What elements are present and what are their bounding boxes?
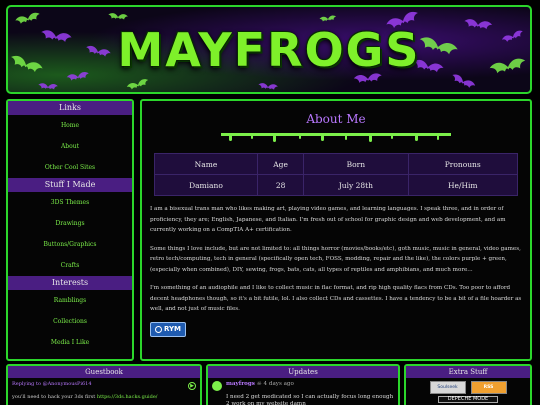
soulseek-badge[interactable]: Soulseek (429, 381, 466, 394)
main-content: About Me Name Age Born Pronouns Damiano … (140, 99, 532, 361)
sidebar-item-collections[interactable]: Collections (8, 311, 132, 332)
table-cell-born: July 28th (303, 174, 408, 196)
rym-label: RYM (163, 325, 182, 333)
table-header-age: Age (256, 153, 304, 175)
about-paragraph-2: Some things I love include, but are not … (150, 245, 521, 273)
sidebar-heading-stuff-i-made: Stuff I Made (8, 178, 132, 192)
table-header-pronouns: Pronouns (407, 153, 518, 175)
rym-badge-button[interactable]: RYM (150, 321, 186, 337)
update-text: I need 2 get medicated so I can actually… (226, 394, 394, 405)
updates-panel: Updates mayfrogs ☠ 4 days ago I need 2 g… (206, 364, 400, 405)
skull-icon: ☠ (256, 381, 262, 387)
avatar[interactable] (212, 381, 222, 391)
rym-icon (154, 325, 162, 333)
depeche-mode-badge[interactable]: DEPECHE MODE (438, 396, 498, 403)
extra-stuff-title: Extra Stuff (406, 366, 530, 378)
bat-icon (108, 13, 128, 20)
sidebar-item-ramblings[interactable]: Ramblings (8, 290, 132, 311)
sidebar-heading-links: Links (8, 101, 132, 115)
page-title: About Me (306, 112, 366, 126)
site-logo[interactable]: MAYFROGS (8, 23, 530, 77)
guestbook-title: Guestbook (8, 366, 200, 378)
about-paragraph-3: I'm something of an audiophile and I lik… (150, 285, 522, 312)
bat-icon (258, 83, 278, 90)
sidebar-item-media-i-like[interactable]: Media I Like (8, 332, 132, 353)
sidebar-item-home[interactable]: Home (8, 115, 132, 136)
table-header-born: Born (303, 153, 408, 175)
sidebar-item-crafts[interactable]: Crafts (8, 255, 132, 276)
profile-table: Name Age Born Pronouns Damiano 28 July 2… (154, 153, 518, 196)
header-banner: MAYFROGS (6, 5, 532, 94)
extra-stuff-panel: Extra Stuff Soulseek RSS DEPECHE MODE (404, 364, 532, 405)
guestbook-message: you'll need to hack your 3ds first https… (12, 394, 200, 400)
updates-title: Updates (208, 366, 398, 378)
sidebar-item-3ds-themes[interactable]: 3DS Themes (8, 192, 132, 213)
sidebar-item-other-cool-sites[interactable]: Other Cool Sites (8, 157, 132, 178)
sidebar-item-buttons-graphics[interactable]: Buttons/Graphics (8, 234, 132, 255)
update-entry: mayfrogs ☠ 4 days ago (208, 378, 398, 394)
play-icon[interactable]: ▶ (188, 382, 196, 390)
guestbook-panel: Guestbook Replying to @AnonymousPi614 ▶ … (6, 364, 202, 405)
bat-icon (319, 15, 337, 22)
guestbook-message-link[interactable]: https://3ds.hacks.guide/ (97, 394, 158, 400)
bat-icon (126, 79, 149, 90)
sidebar-heading-interests: Interests (8, 276, 132, 290)
table-cell-pronouns: He/Him (407, 174, 518, 196)
update-username[interactable]: mayfrogs (226, 381, 255, 387)
table-cell-name: Damiano (189, 180, 223, 190)
sidebar: Links Home About Other Cool Sites Stuff … (6, 99, 134, 361)
badge-row: Soulseek RSS (406, 381, 530, 394)
sidebar-item-about[interactable]: About (8, 136, 132, 157)
table-header-name: Name (154, 153, 258, 175)
update-time: 4 days ago (263, 381, 294, 387)
update-meta: mayfrogs ☠ 4 days ago (226, 381, 294, 387)
sidebar-item-drawings[interactable]: Drawings (8, 213, 132, 234)
slime-drip-divider (221, 133, 451, 142)
table-cell-age: 28 (256, 174, 304, 196)
rss-badge[interactable]: RSS (470, 381, 507, 394)
guestbook-reply-line[interactable]: Replying to @AnonymousPi614 (12, 381, 200, 387)
about-paragraph-1: I am a bisexual trans man who likes maki… (150, 206, 506, 233)
bat-icon (38, 83, 58, 90)
guestbook-message-text: you'll need to hack your 3ds first (12, 394, 97, 400)
